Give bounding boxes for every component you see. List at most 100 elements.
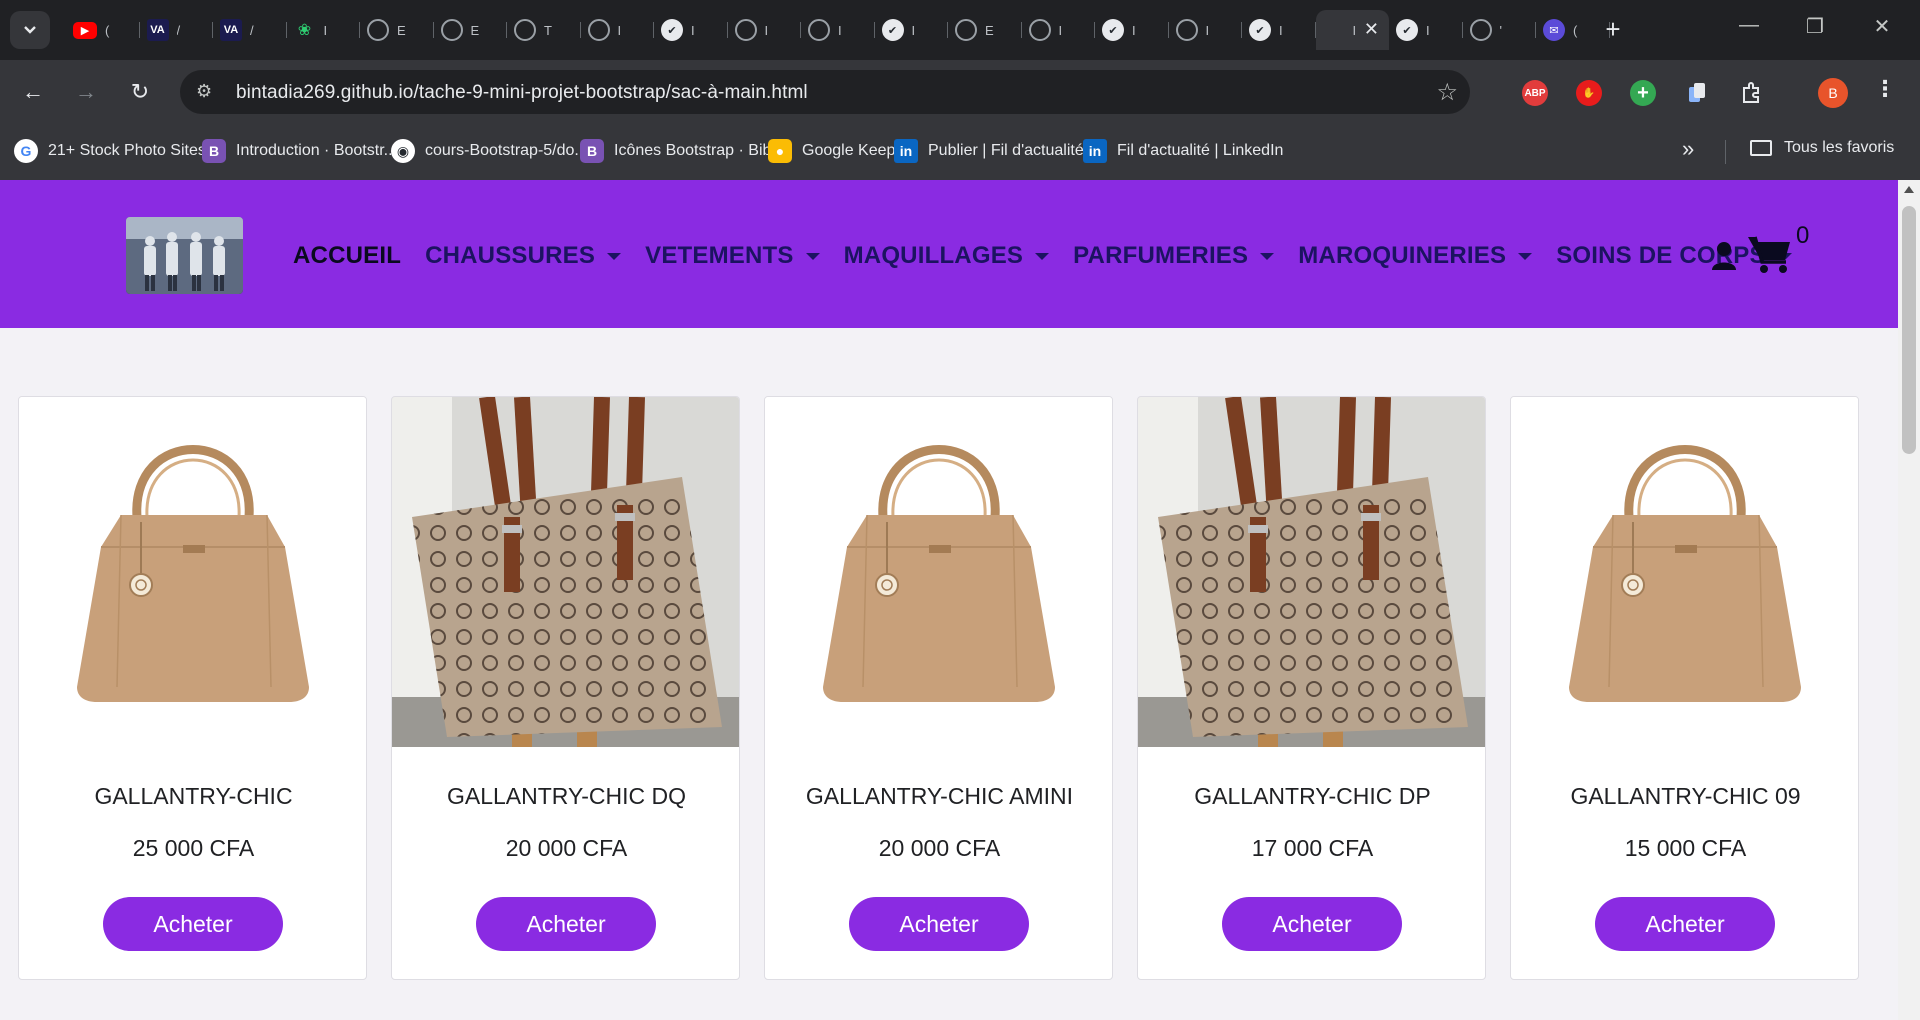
browser-tab[interactable]: ❀ I <box>287 10 361 50</box>
profile-avatar[interactable]: B <box>1818 78 1848 108</box>
browser-tab[interactable]: VA / <box>213 10 287 50</box>
tab-title: I <box>1205 22 1210 38</box>
nav-item-chaussures[interactable]: CHAUSSURES <box>425 242 622 270</box>
nav-item-label: PARFUMERIES <box>1073 242 1249 269</box>
buy-button[interactable]: Acheter <box>1595 897 1775 951</box>
browser-tab[interactable]: ✔ I <box>875 10 949 50</box>
tab-title: / <box>176 22 181 38</box>
product-name: GALLANTRY-CHIC 09 <box>1570 783 1801 809</box>
product-card: GALLANTRY-CHIC DQ 20 000 CFA Acheter <box>391 396 740 980</box>
nav-item-label: MAQUILLAGES <box>843 242 1024 269</box>
globe-icon <box>1469 19 1492 41</box>
bootstrap-icon: B <box>202 139 226 163</box>
scroll-up-arrow[interactable] <box>1904 186 1914 193</box>
bookmark-label: Google Keep <box>802 142 896 159</box>
new-tab-button[interactable]: + <box>1597 14 1629 45</box>
tab-title: I <box>764 22 769 38</box>
tab-title: I <box>323 22 328 38</box>
browser-tab[interactable]: I <box>801 10 875 50</box>
browser-tab[interactable]: ✔ I <box>1389 10 1463 50</box>
forward-button[interactable]: → <box>68 74 104 110</box>
nav-item-parfumeries[interactable]: PARFUMERIES <box>1073 242 1275 270</box>
bookmark-item[interactable]: in Publier | Fil d'actualité... <box>894 139 1097 163</box>
browser-tab[interactable]: E <box>434 10 508 50</box>
github-icon: ✔ <box>1396 19 1418 41</box>
product-card: GALLANTRY-CHIC DP 17 000 CFA Acheter <box>1137 396 1486 980</box>
caret-down-icon <box>805 252 820 260</box>
extensions-puzzle-icon[interactable] <box>1738 80 1764 106</box>
plus-extension-icon[interactable]: + <box>1630 80 1656 106</box>
page-scrollbar[interactable] <box>1898 180 1920 1020</box>
bookmark-item[interactable]: ◉ cours-Bootstrap-5/do... <box>391 139 588 163</box>
bookmark-item[interactable]: B Icônes Bootstrap · Bibl... <box>580 139 788 163</box>
bookmark-item[interactable]: G 21+ Stock Photo Sites... <box>14 139 219 163</box>
bookmark-star-icon[interactable]: ☆ <box>1436 78 1458 107</box>
buy-button[interactable]: Acheter <box>849 897 1029 951</box>
browser-tab[interactable]: I ✕ <box>1315 10 1389 50</box>
browser-tab[interactable]: ✔ I <box>1242 10 1316 50</box>
tab-title: I <box>1279 22 1283 38</box>
browser-tab[interactable]: I <box>1022 10 1096 50</box>
nav-item-maroquineries[interactable]: MAROQUINERIES <box>1298 242 1533 270</box>
product-name: GALLANTRY-CHIC DP <box>1194 783 1431 809</box>
buy-button[interactable]: Acheter <box>103 897 283 951</box>
scroll-thumb[interactable] <box>1902 206 1916 454</box>
nav-item-vetements[interactable]: VETEMENTS <box>645 242 820 270</box>
google-icon: G <box>14 139 38 163</box>
user-icon[interactable] <box>1711 241 1737 271</box>
product-image-tan-handbag <box>19 397 366 747</box>
cart-icon[interactable] <box>1748 234 1792 274</box>
globe-icon <box>808 19 830 41</box>
browser-tab[interactable]: T <box>507 10 581 50</box>
url-text[interactable]: bintadia269.github.io/tache-9-mini-proje… <box>236 82 808 104</box>
page-viewport: ACCUEIL CHAUSSURES VETEMENTS MAQUILLAGES PAR… <box>0 180 1898 1020</box>
browser-tab[interactable]: ▶( <box>66 10 140 50</box>
globe-icon <box>1028 19 1051 41</box>
github-icon: ✔ <box>661 19 683 41</box>
address-bar[interactable]: ⚙ bintadia269.github.io/tache-9-mini-pro… <box>180 70 1470 114</box>
bookmark-item[interactable]: in Fil d'actualité | LinkedIn <box>1083 139 1283 163</box>
product-card: GALLANTRY-CHIC AMINI 20 000 CFA Acheter <box>764 396 1113 980</box>
browser-tab[interactable]: ✔ I <box>1095 10 1169 50</box>
bookmark-item[interactable]: ● Google Keep <box>768 139 895 163</box>
product-image-tan-handbag <box>1511 397 1858 747</box>
browser-tab[interactable]: I <box>1169 10 1243 50</box>
buy-button[interactable]: Acheter <box>1222 897 1402 951</box>
browser-tab[interactable]: I <box>581 10 655 50</box>
close-window-button[interactable]: ✕ <box>1862 14 1902 39</box>
browser-tab[interactable]: I <box>728 10 802 50</box>
github-icon: ✔ <box>881 19 904 41</box>
buy-button[interactable]: Acheter <box>476 897 656 951</box>
adblock-extension-icon[interactable]: ABP <box>1522 80 1548 106</box>
product-name: GALLANTRY-CHIC <box>94 783 293 809</box>
all-bookmarks-folder[interactable]: Tous les favoris <box>1750 139 1894 157</box>
product-card: GALLANTRY-CHIC 09 15 000 CFA Acheter <box>1510 396 1859 980</box>
bookmark-item[interactable]: B Introduction · Bootstr... <box>202 139 397 163</box>
nav-item-maquillages[interactable]: MAQUILLAGES <box>844 242 1050 270</box>
github-icon: ✔ <box>1102 19 1124 41</box>
back-button[interactable]: ← <box>15 74 51 110</box>
reload-button[interactable]: ↻ <box>122 74 158 110</box>
globe-icon <box>1175 19 1198 41</box>
tab-search-button[interactable] <box>10 11 50 49</box>
browser-menu-icon[interactable]: ⋮ <box>1874 76 1896 102</box>
product-name: GALLANTRY-CHIC AMINI <box>805 783 1074 809</box>
close-tab-icon[interactable]: ✕ <box>1364 19 1379 40</box>
tab-title: I <box>1058 22 1063 38</box>
linkedin-icon: in <box>1083 139 1107 163</box>
browser-tab[interactable]: E <box>948 10 1022 50</box>
linkedin-icon: in <box>894 139 918 163</box>
nav-item-label: CHAUSSURES <box>425 242 596 269</box>
restore-button[interactable]: ❐ <box>1795 14 1835 39</box>
more-bookmarks-icon[interactable]: » <box>1682 136 1694 162</box>
site-logo[interactable] <box>126 217 243 294</box>
minimize-button[interactable]: — <box>1729 14 1769 37</box>
hand-extension-icon[interactable]: ✋ <box>1576 80 1602 106</box>
browser-tab[interactable]: ✔ I <box>654 10 728 50</box>
browser-tab[interactable]: VA / <box>140 10 214 50</box>
browser-tab[interactable]: ' <box>1463 10 1537 50</box>
browser-tab[interactable]: E <box>360 10 434 50</box>
site-info-icon[interactable]: ⚙ <box>196 81 212 102</box>
copy-extension-icon[interactable] <box>1684 80 1710 106</box>
nav-item-accueil[interactable]: ACCUEIL <box>293 242 401 270</box>
